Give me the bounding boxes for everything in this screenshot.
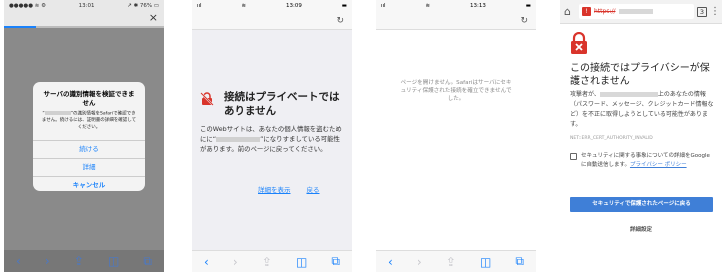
broken-lock-icon <box>200 92 214 106</box>
address-field[interactable] <box>200 16 310 26</box>
status-bar: ııl ≋ 13:13 ▬ <box>376 0 536 12</box>
redacted-host <box>44 111 71 115</box>
bookmarks-icon[interactable]: ◫ <box>296 255 307 269</box>
share-icon[interactable]: ⇪ <box>262 255 272 269</box>
tabs-icon[interactable]: ⧉ <box>143 254 152 269</box>
tabs-icon[interactable]: ⧉ <box>515 254 524 269</box>
close-icon[interactable]: × <box>149 12 158 24</box>
report-checkbox[interactable] <box>570 153 577 160</box>
back-to-safety-button[interactable]: セキュリティで保護されたページに戻る <box>570 197 713 212</box>
warning-body: 攻撃者が、 上のあなたの情報（パスワード、メッセージ、クレジットカード情報など）を… <box>570 90 714 130</box>
carrier-signal: ●●●●● ≋ ⚙ <box>9 3 47 9</box>
alert-title: サーバの識別情報を検証できません <box>43 90 135 107</box>
back-icon[interactable]: ‹ <box>388 255 393 269</box>
warning-title: 接続はプライベートではありません <box>224 91 340 117</box>
bookmarks-icon[interactable]: ◫ <box>108 254 119 268</box>
show-details-link[interactable]: 詳細を表示 <box>258 184 291 194</box>
privacy-policy-link[interactable]: プライバシー ポリシー <box>630 162 687 168</box>
omnibox[interactable]: ! https:// <box>579 4 694 19</box>
phone-1-screen: ●●●●● ≋ ⚙ 13:01 ↗ ✱ 76% ▭ × サーバの識別情報を検証で… <box>4 0 164 272</box>
warning-body: このWebサイトは、あなたの個人情報を盗むためにに“ ”になりすましている可能性が… <box>200 124 346 154</box>
loading-progress-bar <box>4 26 164 28</box>
report-checkbox-row: セキュリティに関する事象についての詳細をGoogle に自動送信します。プライバ… <box>570 152 714 170</box>
warning-links: 詳細を表示 戻る <box>258 184 320 194</box>
back-icon[interactable]: ‹ <box>16 254 21 268</box>
menu-icon[interactable]: ⋮ <box>710 6 720 17</box>
home-icon[interactable]: ⌂ <box>564 5 576 18</box>
wifi-icon: ≋ <box>241 3 247 9</box>
alert-message: “”の識別情報をSafariで確認できません。続けるには、証明書の詳細を確認して… <box>33 108 145 140</box>
phone-3-screen: ııl ≋ 13:13 ▬ ↻ ページを開けません。Safariはサーバにセキュ… <box>376 0 536 272</box>
bottom-toolbar: ‹ › ⇪ ◫ ⧉ <box>192 250 352 272</box>
forward-icon[interactable]: › <box>233 255 238 269</box>
share-icon[interactable]: ⇪ <box>446 255 456 269</box>
chrome-toolbar: ⌂ ! https:// 3 ⋮ <box>560 0 722 24</box>
report-checkbox-label: セキュリティに関する事象についての詳細をGoogle に自動送信します。プライバ… <box>581 152 714 170</box>
go-back-link[interactable]: 戻る <box>307 184 320 194</box>
redacted-host <box>216 136 261 142</box>
forward-icon[interactable]: › <box>45 254 50 268</box>
reload-icon[interactable]: ↻ <box>336 16 344 26</box>
clock: 13:13 <box>470 3 486 9</box>
redacted-host <box>599 92 658 97</box>
back-icon[interactable]: ‹ <box>204 255 209 269</box>
insecure-warning-icon: ! <box>582 7 591 16</box>
reload-icon[interactable]: ↻ <box>520 16 528 26</box>
advanced-button[interactable]: 詳細設定 <box>560 225 722 233</box>
status-bar: ●●●●● ≋ ⚙ 13:01 ↗ ✱ 76% ▭ <box>4 0 164 12</box>
bottom-toolbar: ‹ › ⇪ ◫ ⧉ <box>4 250 164 272</box>
clock: 13:01 <box>78 3 95 9</box>
clock: 13:09 <box>286 3 302 9</box>
cancel-button[interactable]: キャンセル <box>33 176 145 191</box>
warning-title: この接続ではプライバシーが保護されません <box>570 63 710 87</box>
battery-indicator: ↗ ✱ 76% ▭ <box>127 3 159 9</box>
address-bar: ↻ <box>376 12 536 30</box>
share-icon[interactable]: ⇪ <box>74 254 84 268</box>
bookmarks-icon[interactable]: ◫ <box>480 255 491 269</box>
url-scheme: https:// <box>594 8 616 15</box>
battery-icon: ▬ <box>525 3 531 9</box>
phone-2-screen: ııl ≋ 13:09 ▬ ↻ 接続はプライベートではありません このWebサイ… <box>192 0 352 272</box>
address-bar: × <box>4 12 164 26</box>
forward-icon[interactable]: › <box>417 255 422 269</box>
battery-icon: ▬ <box>341 3 347 9</box>
tab-count-icon[interactable]: 3 <box>697 6 707 17</box>
error-code: NET::ERR_CERT_AUTHORITY_INVALID <box>570 136 653 141</box>
error-message: ページを開けません。Safariはサーバにセキュリティ保護された接続を確立できま… <box>400 80 512 102</box>
address-bar: ↻ <box>192 12 352 30</box>
phone-4-screen: ⌂ ! https:// 3 ⋮ この接続ではプライバシーが保護されません 攻撃… <box>560 0 722 272</box>
warning-title-row: 接続はプライベートではありません <box>200 90 346 118</box>
warning-body-lead: 攻撃者が、 <box>570 91 600 98</box>
alert-dialog: サーバの識別情報を検証できません “”の識別情報をSafariで確認できません。… <box>33 82 145 191</box>
warning-padlock-icon <box>571 32 587 54</box>
status-bar: ııl ≋ 13:09 ▬ <box>192 0 352 12</box>
details-button[interactable]: 詳細 <box>33 158 145 176</box>
tabs-icon[interactable]: ⧉ <box>331 254 340 269</box>
signal-icon: ııl <box>197 3 202 9</box>
redacted-host <box>618 9 653 14</box>
bottom-toolbar: ‹ › ⇪ ◫ ⧉ <box>376 250 536 272</box>
wifi-icon: ≋ <box>425 3 431 9</box>
address-field[interactable] <box>384 16 494 26</box>
continue-button[interactable]: 続ける <box>33 140 145 158</box>
signal-icon: ııl <box>381 3 386 9</box>
warning-body-prefix: に“ <box>206 135 217 143</box>
